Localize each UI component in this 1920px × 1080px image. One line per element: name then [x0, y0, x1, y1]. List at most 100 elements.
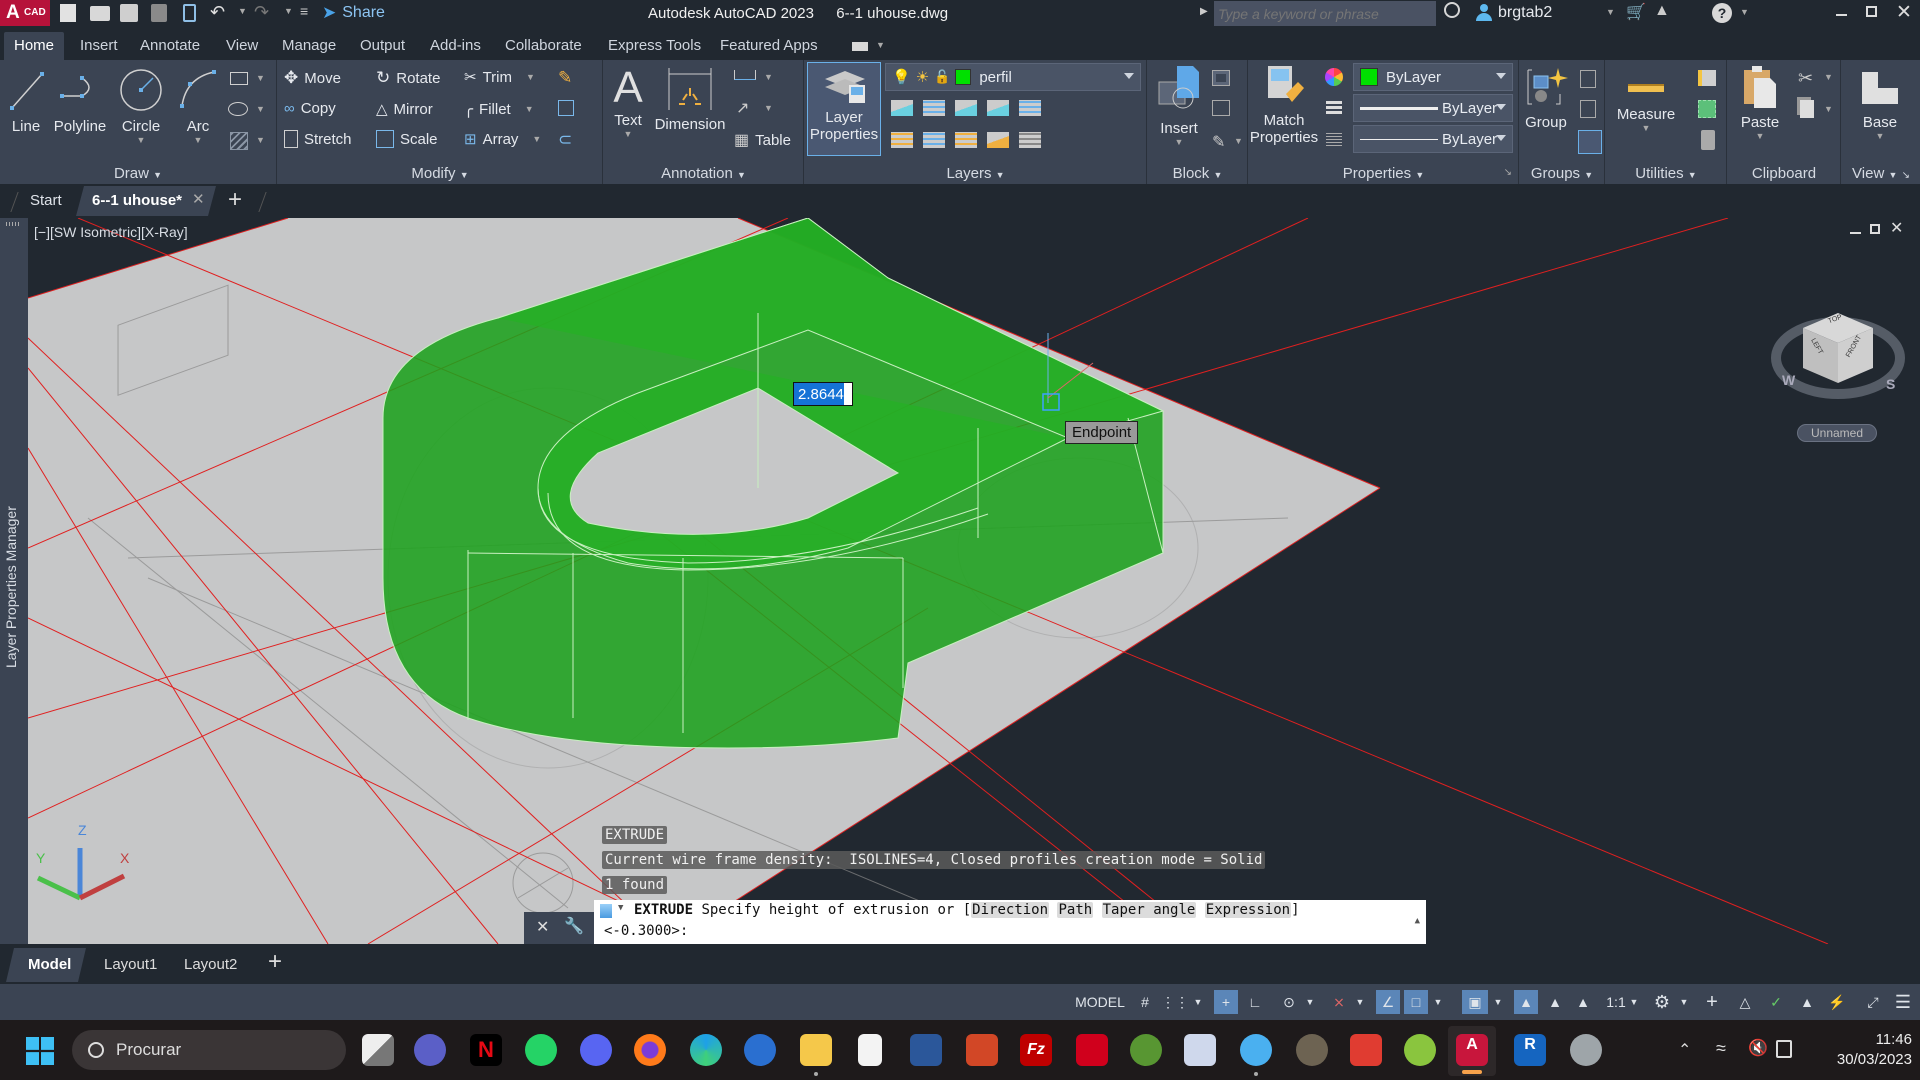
calculator-icon[interactable] — [1701, 130, 1715, 150]
measure-button[interactable]: Measure ▼ — [1610, 64, 1682, 133]
dimension-button[interactable]: Dimension — [652, 66, 728, 133]
layer-isolate-icon[interactable] — [923, 100, 945, 116]
text-button[interactable]: A Text ▼ — [608, 64, 648, 140]
isolate-objects-icon[interactable]: ▲ — [1796, 990, 1818, 1014]
powerpoint-icon[interactable] — [966, 1034, 998, 1066]
select-all-icon[interactable] — [1698, 100, 1716, 118]
save-icon[interactable] — [120, 4, 138, 22]
thunderbird-icon[interactable] — [744, 1034, 776, 1066]
scale-button[interactable]: Scale — [376, 130, 438, 148]
circle-dropdown-icon[interactable]: ▼ — [116, 135, 166, 145]
leader-icon[interactable]: ↗ — [736, 98, 749, 118]
lineweight-dropdown[interactable]: ByLayer — [1353, 94, 1513, 122]
create-block-icon[interactable] — [1212, 70, 1230, 86]
filezilla-icon[interactable]: Fz — [1020, 1034, 1052, 1066]
help-search-input[interactable] — [1214, 1, 1436, 26]
viewport-minimize-icon[interactable] — [1850, 232, 1861, 234]
ellipse-dropdown-icon[interactable]: ▼ — [256, 104, 265, 114]
polar-dropdown-icon[interactable]: ▼ — [1304, 990, 1316, 1014]
task-view-icon[interactable] — [362, 1034, 394, 1066]
new-tab-button[interactable]: + — [228, 186, 242, 214]
ortho-icon[interactable]: ∟ — [1244, 990, 1266, 1014]
layer-unisolate-icon[interactable] — [923, 132, 945, 148]
copy-clip-icon[interactable] — [1800, 100, 1814, 118]
paste-button[interactable]: Paste ▼ — [1732, 64, 1788, 141]
netflix-icon[interactable]: N — [470, 1034, 502, 1066]
drawing-viewport[interactable]: [−][SW Isometric][X-Ray] ✕ TOP LEFT FRON… — [28, 218, 1920, 944]
layer-lock-icon[interactable] — [987, 100, 1009, 116]
stretch-button[interactable]: Stretch — [284, 130, 352, 148]
redo-dropdown-icon[interactable]: ▼ — [284, 6, 293, 16]
tab-active-drawing[interactable]: 6--1 uhouse* ✕ — [76, 186, 216, 216]
layer-off-icon[interactable] — [891, 100, 913, 116]
volume-muted-icon[interactable]: 🔇 — [1748, 1038, 1768, 1058]
properties-panel-title[interactable]: Properties ▼ — [1249, 165, 1518, 182]
tab-add-ins[interactable]: Add-ins — [420, 32, 491, 60]
clock[interactable]: 11:46 30/03/2023 — [1812, 1030, 1912, 1070]
customize-qat-icon[interactable]: ≡ — [300, 3, 308, 19]
color-dropdown[interactable]: ByLayer — [1353, 63, 1513, 91]
revit-icon[interactable]: R — [1514, 1034, 1546, 1066]
3d-osnap-dropdown-icon[interactable]: ▼ — [1492, 990, 1504, 1014]
autocad-taskbar-button[interactable]: A — [1448, 1026, 1496, 1076]
windows-start-icon[interactable] — [26, 1037, 54, 1065]
tab-model[interactable]: Model — [6, 948, 86, 982]
model-space-button[interactable]: MODEL — [1072, 990, 1128, 1014]
rar-icon[interactable] — [1076, 1034, 1108, 1066]
fillet-button[interactable]: ╭ Fillet ▼ — [464, 100, 534, 119]
connect-icon[interactable]: ▲ — [1654, 2, 1670, 20]
taskbar-search[interactable]: Procurar — [72, 1030, 346, 1070]
view-panel-title[interactable]: View ▼ ↘ — [1842, 165, 1920, 182]
tab-collaborate[interactable]: Collaborate — [495, 32, 592, 60]
copy-clip-dropdown-icon[interactable]: ▼ — [1824, 104, 1833, 114]
linetype-icon[interactable] — [1326, 132, 1342, 146]
tab-view[interactable]: View — [216, 32, 268, 60]
hatch-icon[interactable] — [230, 132, 248, 150]
viewport-controls-label[interactable]: [−][SW Isometric][X-Ray] — [34, 224, 188, 240]
polar-tracking-icon[interactable]: ⊙ — [1278, 990, 1300, 1014]
command-line[interactable]: ▼ EXTRUDE Specify height of extrusion or… — [594, 900, 1426, 944]
rectangle-dropdown-icon[interactable]: ▼ — [256, 73, 265, 83]
text-dropdown-icon[interactable]: ▼ — [608, 129, 648, 139]
edit-attributes-icon[interactable]: ✎ — [1212, 132, 1225, 152]
polyline-button[interactable]: Polyline — [52, 66, 108, 135]
line-button[interactable]: Line — [6, 66, 46, 135]
units-icon[interactable]: △ — [1734, 990, 1756, 1014]
tab-output[interactable]: Output — [350, 32, 415, 60]
share-button[interactable]: ➤ Share — [322, 3, 385, 23]
libreoffice-icon[interactable] — [858, 1034, 882, 1066]
copy-button[interactable]: ∞ Copy — [284, 100, 336, 117]
infer-constraints-icon[interactable]: + — [1214, 990, 1238, 1014]
viewport-close-icon[interactable]: ✕ — [1890, 218, 1903, 238]
open-folder-icon[interactable] — [90, 6, 110, 21]
new-file-icon[interactable] — [60, 4, 76, 22]
command-close-icon[interactable]: ✕ — [536, 917, 549, 937]
discord-icon[interactable] — [580, 1034, 612, 1066]
help-icon[interactable]: ? — [1712, 3, 1732, 23]
restore-button[interactable] — [1866, 6, 1877, 17]
new-layout-button[interactable]: + — [268, 948, 282, 976]
clipboard-panel-title[interactable]: Clipboard — [1728, 165, 1840, 182]
leader-dropdown-icon[interactable]: ▼ — [764, 103, 773, 113]
layer-make-current-icon[interactable] — [891, 132, 913, 148]
quick-properties-icon[interactable]: ✓ — [1764, 990, 1788, 1014]
properties-launcher-icon[interactable]: ↘ — [1504, 167, 1512, 178]
base-view-button[interactable]: Base ▼ — [1852, 64, 1908, 141]
gimp-icon[interactable] — [1296, 1034, 1328, 1066]
offset-icon[interactable]: ⊂ — [558, 130, 572, 150]
viewport-restore-icon[interactable] — [1870, 224, 1880, 234]
ucs-menu[interactable]: Unnamed — [1797, 424, 1877, 442]
undo-dropdown-icon[interactable]: ▼ — [238, 6, 247, 16]
command-history-toggle-icon[interactable]: ▲ — [1415, 916, 1420, 926]
firefox-icon[interactable] — [634, 1034, 666, 1066]
ribbon-display-toggle[interactable] — [852, 42, 868, 51]
battery-icon[interactable] — [1776, 1040, 1792, 1058]
whatsapp-icon[interactable] — [525, 1034, 557, 1066]
palette-grip-icon[interactable] — [6, 222, 20, 226]
group-button[interactable]: Group — [1524, 66, 1568, 131]
drawing-canvas[interactable] — [28, 218, 1920, 944]
clean-screen-icon[interactable]: ⤢ — [1862, 990, 1884, 1014]
command-recent-dropdown-icon[interactable]: ▼ — [618, 903, 623, 913]
command-customize-icon[interactable]: 🔧 — [564, 916, 584, 936]
arc-dropdown-icon[interactable]: ▼ — [176, 135, 220, 145]
